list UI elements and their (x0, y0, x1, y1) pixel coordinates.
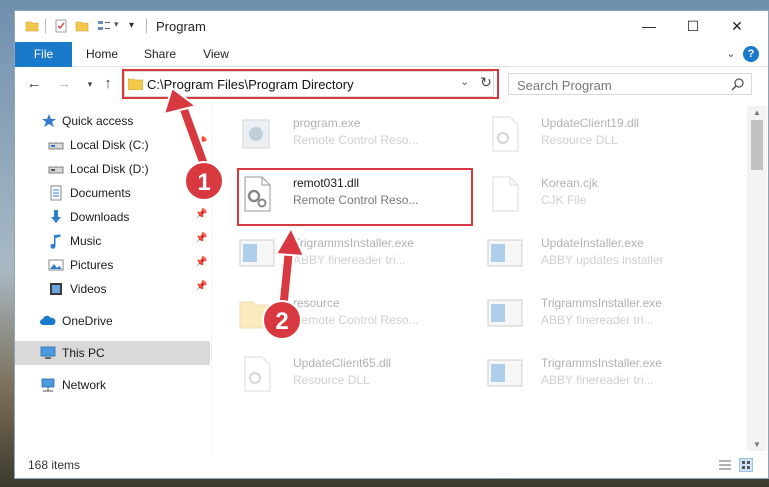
step-badge-2: 2 (262, 300, 302, 340)
step-badge-1: 1 (184, 161, 224, 201)
annotation-arrows (162, 86, 306, 307)
